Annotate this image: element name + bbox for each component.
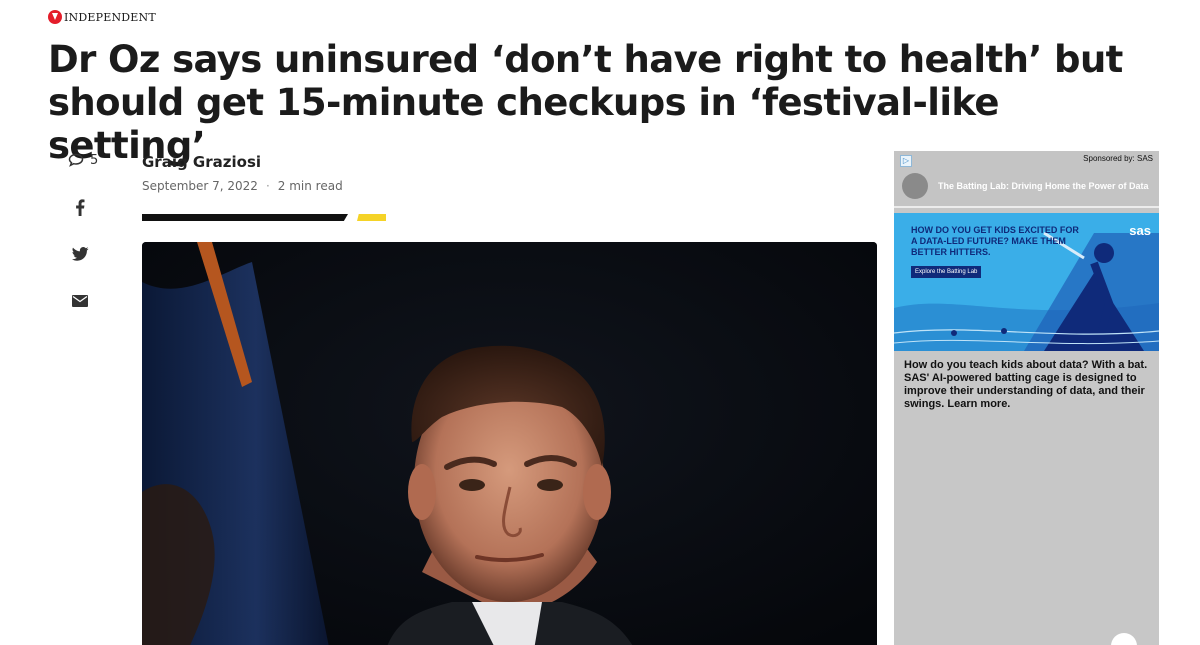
byline: Graig Graziosi September 7, 2022 · 2 min… [142,153,343,193]
twitter-icon [71,247,88,261]
headline-rule [142,214,348,221]
independent-eagle-icon [48,10,62,24]
hero-image[interactable] [142,242,877,645]
hero-photo [142,242,877,645]
site-logo[interactable]: INDEPENDENT [48,10,156,24]
comments-button[interactable]: 5 [60,150,100,170]
publish-date: September 7, 2022 [142,179,258,193]
ad-avatar [902,173,928,199]
ad-brand-logo: sas [1129,223,1151,238]
ad-sponsored-label: Sponsored by: SAS [1083,154,1153,163]
article-meta: September 7, 2022 · 2 min read [142,179,343,193]
ad-body-text[interactable]: How do you teach kids about data? With a… [894,351,1159,419]
email-icon [72,295,88,307]
share-email-button[interactable] [60,291,100,311]
meta-separator: · [265,179,270,193]
headline-rule-accent [357,214,386,221]
comment-count: 5 [90,152,99,168]
share-bar: 5 [60,150,100,338]
ad-title[interactable]: The Batting Lab: Driving Home the Power … [938,181,1149,191]
read-time: 2 min read [277,179,343,193]
author-name[interactable]: Graig Graziosi [142,153,343,171]
ad-banner-headline: HOW DO YOU GET KIDS EXCITED FOR A DATA-L… [911,225,1079,257]
sponsored-ad[interactable]: ▷ Sponsored by: SAS The Batting Lab: Dri… [894,151,1159,645]
ad-cta-button[interactable]: Explore the Batting Lab [911,266,982,278]
ad-header[interactable]: ▷ Sponsored by: SAS The Batting Lab: Dri… [894,151,1159,208]
site-logo-text: INDEPENDENT [64,10,156,24]
share-facebook-button[interactable] [60,197,100,217]
article-headline: Dr Oz says uninsured ‘don’t have right t… [48,38,1123,167]
ad-choices-icon[interactable]: ▷ [900,155,912,167]
facebook-icon [76,198,85,216]
ad-scroll-indicator[interactable] [1111,633,1137,645]
comment-icon [68,153,84,167]
share-twitter-button[interactable] [60,244,100,264]
ad-banner-image[interactable]: HOW DO YOU GET KIDS EXCITED FOR A DATA-L… [894,213,1159,351]
